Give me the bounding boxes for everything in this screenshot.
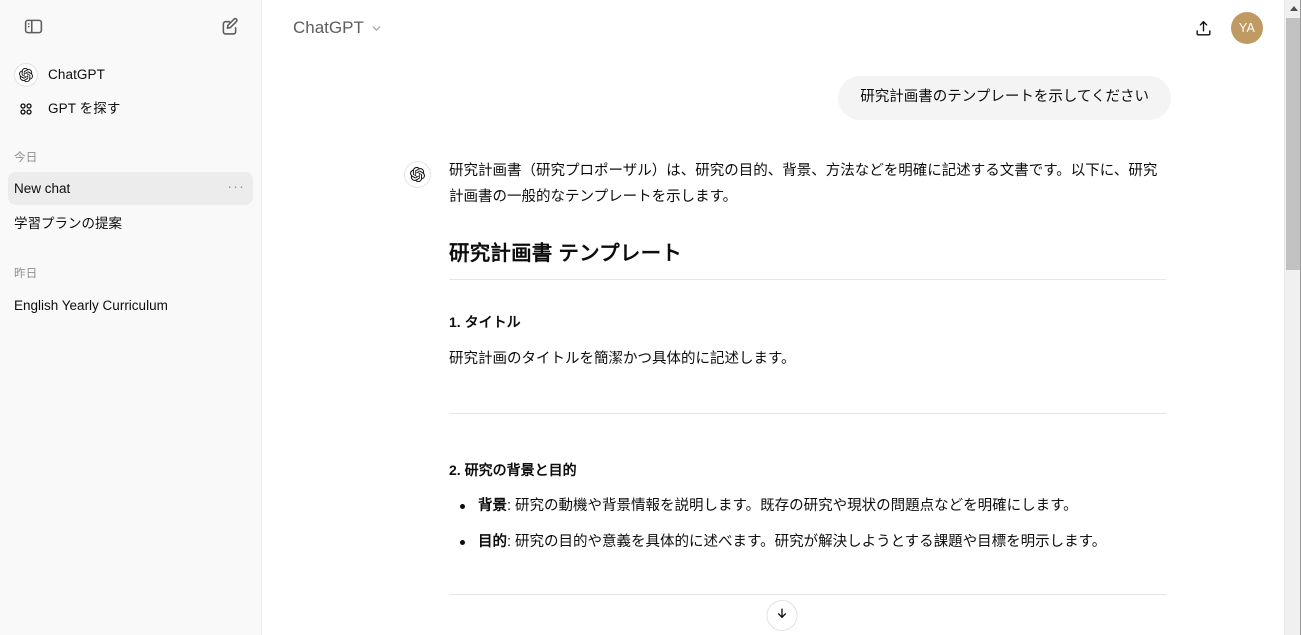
sidebar-header [0,0,261,52]
bullet-term: 目的 [478,534,507,550]
grid-apps-icon [14,97,38,121]
bullet-text: : 研究の動機や背景情報を説明します。既存の研究や現状の問題点などを明確にします… [507,497,1078,514]
user-message-bubble: 研究計画書のテンプレートを示してください [838,76,1171,120]
chat-list-today: New chat ··· 学習プランの提案 [0,172,261,238]
bullet-term: 背景 [478,497,507,514]
section-1-heading: 1. タイトル [449,314,521,331]
scrollbar-thumb[interactable] [1286,18,1301,270]
chat-item-english-curriculum[interactable]: English Yearly Curriculum [8,289,253,322]
sidebar-primary-nav: ChatGPT GPT を探す [0,52,261,126]
thread-content: 研究計画書のテンプレートを示してください 研究計画書（研究プロポーザル）は、研究… [262,56,1301,596]
chat-group-heading-today: 今日 [14,152,38,164]
chevron-down-icon [370,22,383,35]
section-2-heading: 2. 研究の背景と目的 [449,461,577,478]
list-item: 背景: 研究の動機や背景情報を説明します。既存の研究や現状の問題点などを明確にし… [449,495,1166,517]
new-chat-pencil-icon[interactable] [213,10,245,42]
sidebar-item-explore-gpts[interactable]: GPT を探す [8,92,253,126]
section-1: 1. タイトル 研究計画のタイトルを簡潔かつ具体的に記述します。 [449,312,1166,371]
assistant-intro-paragraph: 研究計画書（研究プロポーザル）は、研究の目的、背景、方法などを明確に記述する文書… [449,162,1158,205]
openai-logo-icon [14,63,38,87]
user-avatar[interactable]: YA [1231,12,1263,44]
bullet-text: : 研究の目的や意義を具体的に述べます。研究が解決しようとする課題や目標を明示し… [507,534,1107,550]
sidebar-item-chatgpt[interactable]: ChatGPT [8,58,253,92]
chat-options-icon[interactable]: ··· [227,179,245,194]
sidebar-item-label: ChatGPT [48,67,105,83]
chat-item-study-plan[interactable]: 学習プランの提案 [8,205,253,238]
assistant-message-body: 研究計画書（研究プロポーザル）は、研究の目的、背景、方法などを明確に記述する文書… [449,159,1166,596]
user-message-row: 研究計画書のテンプレートを示してください [404,56,1171,120]
window-scrollbar[interactable] [1284,0,1301,635]
chat-list-yesterday: English Yearly Curriculum [0,289,261,322]
section-2: 2. 研究の背景と目的 背景: 研究の動機や背景情報を説明します。既存の研究や現… [449,460,1166,554]
section-2-bullet-list: 背景: 研究の動機や背景情報を説明します。既存の研究や現状の問題点などを明確にし… [449,495,1166,554]
model-switcher-button[interactable]: ChatGPT [284,13,392,43]
sidebar: ChatGPT GPT を探す 今日 New chat ··· 学習プランの提案… [0,0,262,635]
scroll-to-bottom-button[interactable] [766,600,797,631]
section-divider [449,412,1166,414]
list-item: 目的: 研究の目的や意義を具体的に述べます。研究が解決しようとする課題や目標を明… [449,531,1166,553]
model-name-label: ChatGPT [293,18,364,37]
chat-item-new-chat[interactable]: New chat ··· [8,172,253,205]
conversation-thread[interactable]: 研究計画書のテンプレートを示してください 研究計画書（研究プロポーザル）は、研究… [262,56,1301,635]
share-upload-icon[interactable] [1187,12,1219,44]
assistant-openai-logo-icon [404,160,431,188]
document-title-heading: 研究計画書 テンプレート [449,236,1166,281]
avatar-initials: YA [1238,21,1256,35]
arrow-down-icon [774,606,789,626]
sidebar-item-label: GPT を探す [48,101,121,117]
assistant-message-row: 研究計画書（研究プロポーザル）は、研究の目的、背景、方法などを明確に記述する文書… [404,120,1171,596]
main-panel: ChatGPT YA 研究計画書のテンプレートを示してください 研究計画書（研究… [262,0,1301,635]
top-bar: ChatGPT YA [262,0,1301,56]
chat-item-title: 学習プランの提案 [14,215,122,231]
section-1-description: 研究計画のタイトルを簡潔かつ具体的に記述します。 [449,351,796,368]
sidebar-toggle-icon[interactable] [17,10,49,42]
top-bar-actions: YA [1187,12,1263,44]
scroll-up-arrow-icon[interactable] [1285,0,1301,17]
chat-item-title: New chat [14,181,71,196]
chat-item-title: English Yearly Curriculum [14,298,168,313]
chatgpt-app-window: ChatGPT GPT を探す 今日 New chat ··· 学習プランの提案… [0,0,1301,635]
chat-group-heading-yesterday: 昨日 [14,268,38,280]
section-divider [449,594,1166,596]
